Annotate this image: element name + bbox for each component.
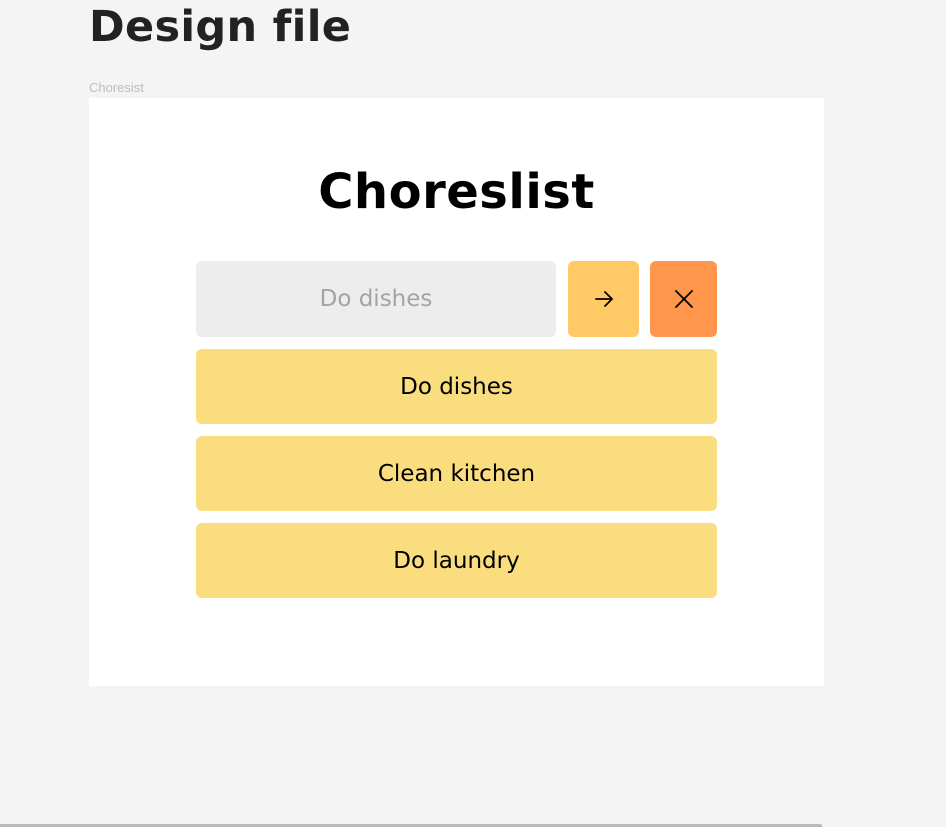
app-frame: Choreslist Do dishes Clean kitchen Do la… <box>89 98 824 686</box>
clear-chores-button[interactable] <box>650 261 717 337</box>
frame-label[interactable]: Choresist <box>89 80 144 95</box>
chore-item[interactable]: Do dishes <box>196 349 717 424</box>
add-chore-button[interactable] <box>568 261 639 337</box>
page-title: Design file <box>89 2 352 52</box>
chore-item[interactable]: Do laundry <box>196 523 717 598</box>
chore-input[interactable] <box>196 261 556 337</box>
app-title: Choreslist <box>318 164 595 220</box>
close-icon <box>674 290 693 308</box>
chore-item[interactable]: Clean kitchen <box>196 436 717 511</box>
arrow-right-icon <box>594 291 613 307</box>
